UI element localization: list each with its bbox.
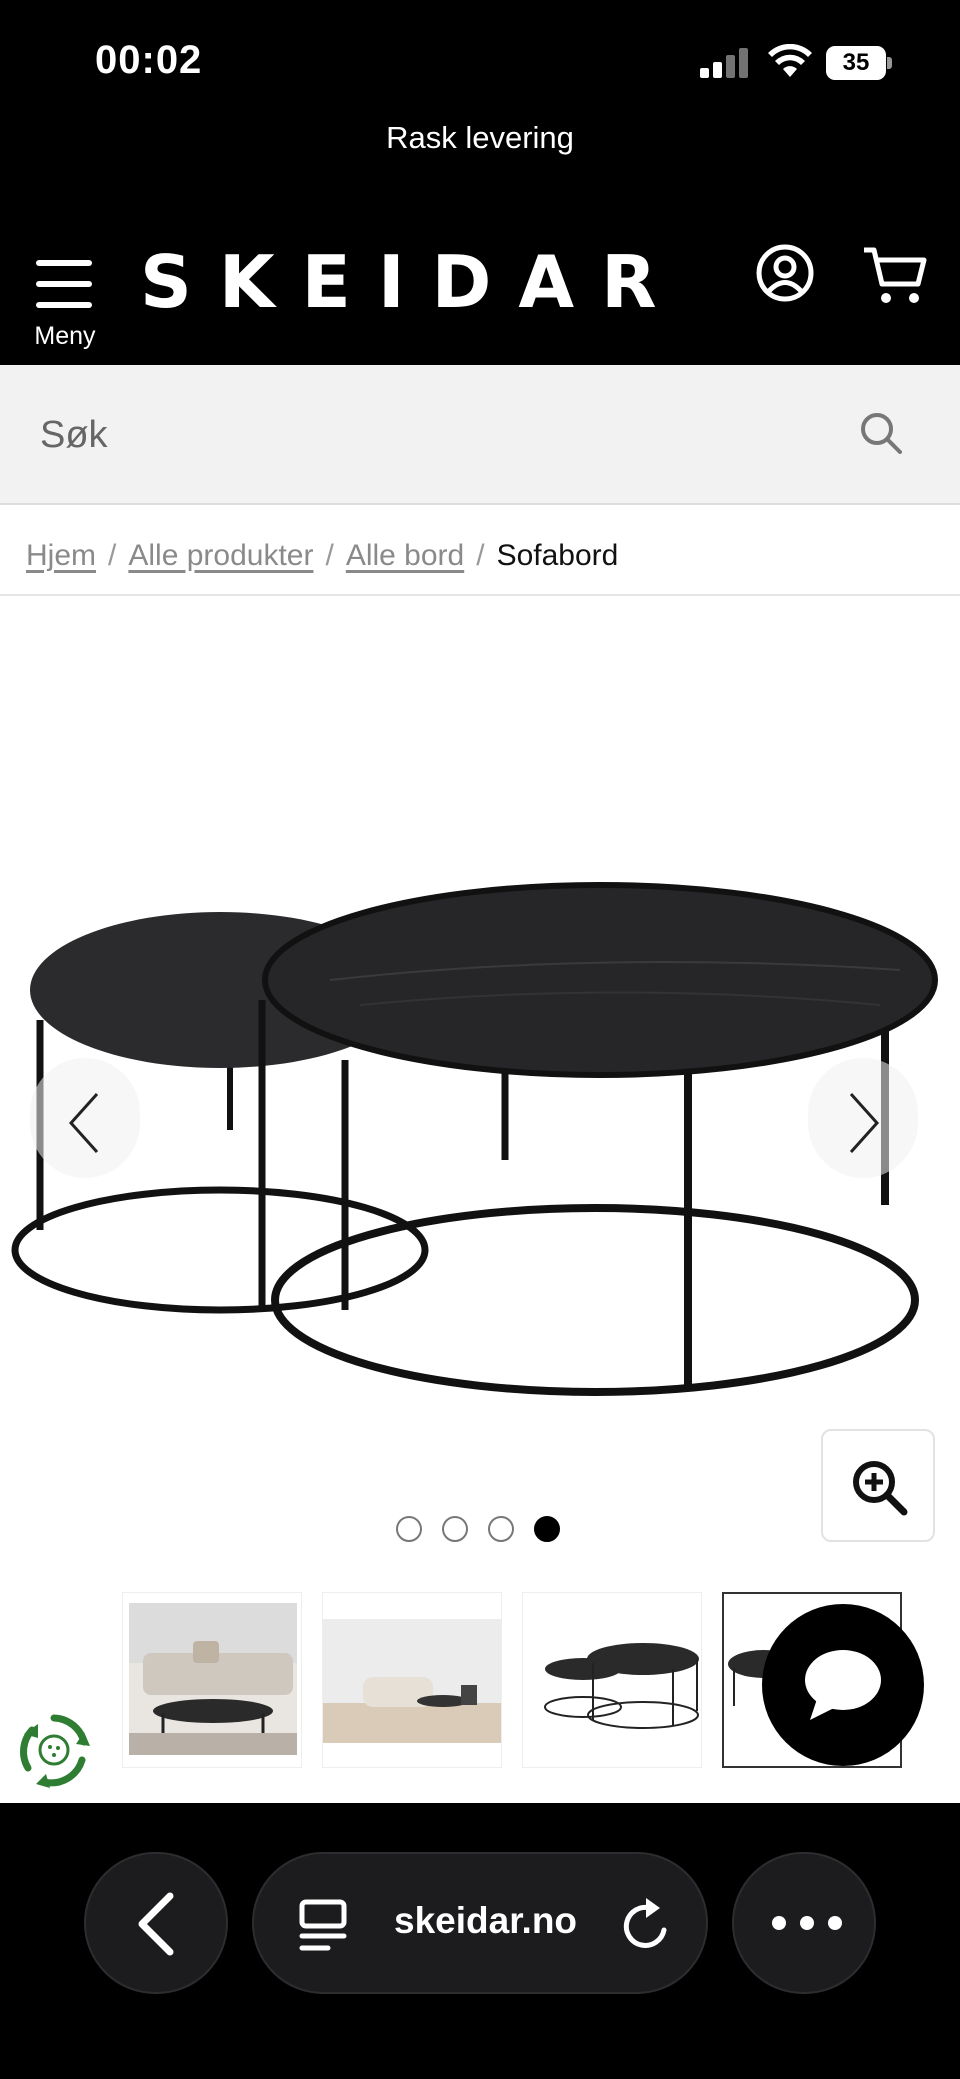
search-input[interactable]	[40, 405, 840, 465]
chat-button[interactable]	[762, 1604, 924, 1766]
zoom-in-icon	[853, 1461, 908, 1516]
chat-bubble-icon	[805, 1650, 881, 1720]
thumbnail-3[interactable]	[522, 1592, 702, 1768]
gallery-prev-button[interactable]	[30, 1058, 140, 1178]
product-image-gallery[interactable]	[0, 600, 960, 1560]
zoom-button[interactable]	[821, 1429, 935, 1542]
wifi-icon	[768, 44, 812, 77]
gallery-pagination	[396, 1516, 560, 1546]
battery-level: 35	[826, 46, 886, 80]
cart-icon[interactable]	[862, 244, 928, 306]
chevron-right-icon	[849, 1092, 880, 1154]
breadcrumb-link-all-products[interactable]: Alle produkter	[128, 539, 313, 573]
menu-label: Meny	[34, 322, 96, 350]
gallery-dot-2[interactable]	[442, 1516, 468, 1542]
breadcrumb: Hjem / Alle produkter / Alle bord / Sofa…	[26, 539, 619, 573]
breadcrumb-current: Sofabord	[496, 539, 619, 572]
back-chevron-icon	[138, 1892, 174, 1956]
thumbnail-2[interactable]	[322, 1592, 502, 1768]
breadcrumb-link-home[interactable]: Hjem	[26, 539, 96, 573]
search-icon[interactable]	[858, 410, 904, 456]
status-bar: 00:02 35	[0, 0, 960, 120]
site-header: Meny SKEIDAR	[0, 232, 960, 365]
hamburger-icon	[36, 260, 92, 308]
thumbnail-1[interactable]	[122, 1592, 302, 1768]
recycle-leaf-icon[interactable]	[14, 1710, 94, 1790]
browser-back-button[interactable]	[84, 1852, 228, 1994]
gallery-dot-3[interactable]	[488, 1516, 514, 1542]
more-dots-icon	[772, 1916, 842, 1930]
search-bar	[0, 365, 960, 505]
reload-icon[interactable]	[620, 1896, 674, 1954]
site-logo[interactable]: SKEIDAR	[140, 242, 700, 322]
battery-icon: 35	[826, 46, 892, 80]
url-text: skeidar.no	[394, 1900, 578, 1941]
gallery-next-button[interactable]	[808, 1058, 918, 1178]
cellular-signal-icon	[700, 48, 752, 78]
gallery-dot-1[interactable]	[396, 1516, 422, 1542]
tabs-icon	[299, 1899, 347, 1951]
gallery-dot-4[interactable]	[534, 1516, 560, 1542]
chevron-left-icon	[68, 1092, 99, 1154]
promo-text: Rask levering	[386, 120, 574, 155]
browser-address-bar[interactable]: skeidar.no	[252, 1852, 708, 1994]
promo-banner: Rask levering	[0, 120, 960, 232]
menu-button[interactable]: Meny	[28, 244, 102, 354]
breadcrumb-link-all-tables[interactable]: Alle bord	[346, 539, 464, 573]
divider	[0, 594, 960, 596]
browser-more-button[interactable]	[732, 1852, 876, 1994]
status-time: 00:02	[95, 38, 203, 82]
user-circle-icon[interactable]	[756, 244, 814, 302]
